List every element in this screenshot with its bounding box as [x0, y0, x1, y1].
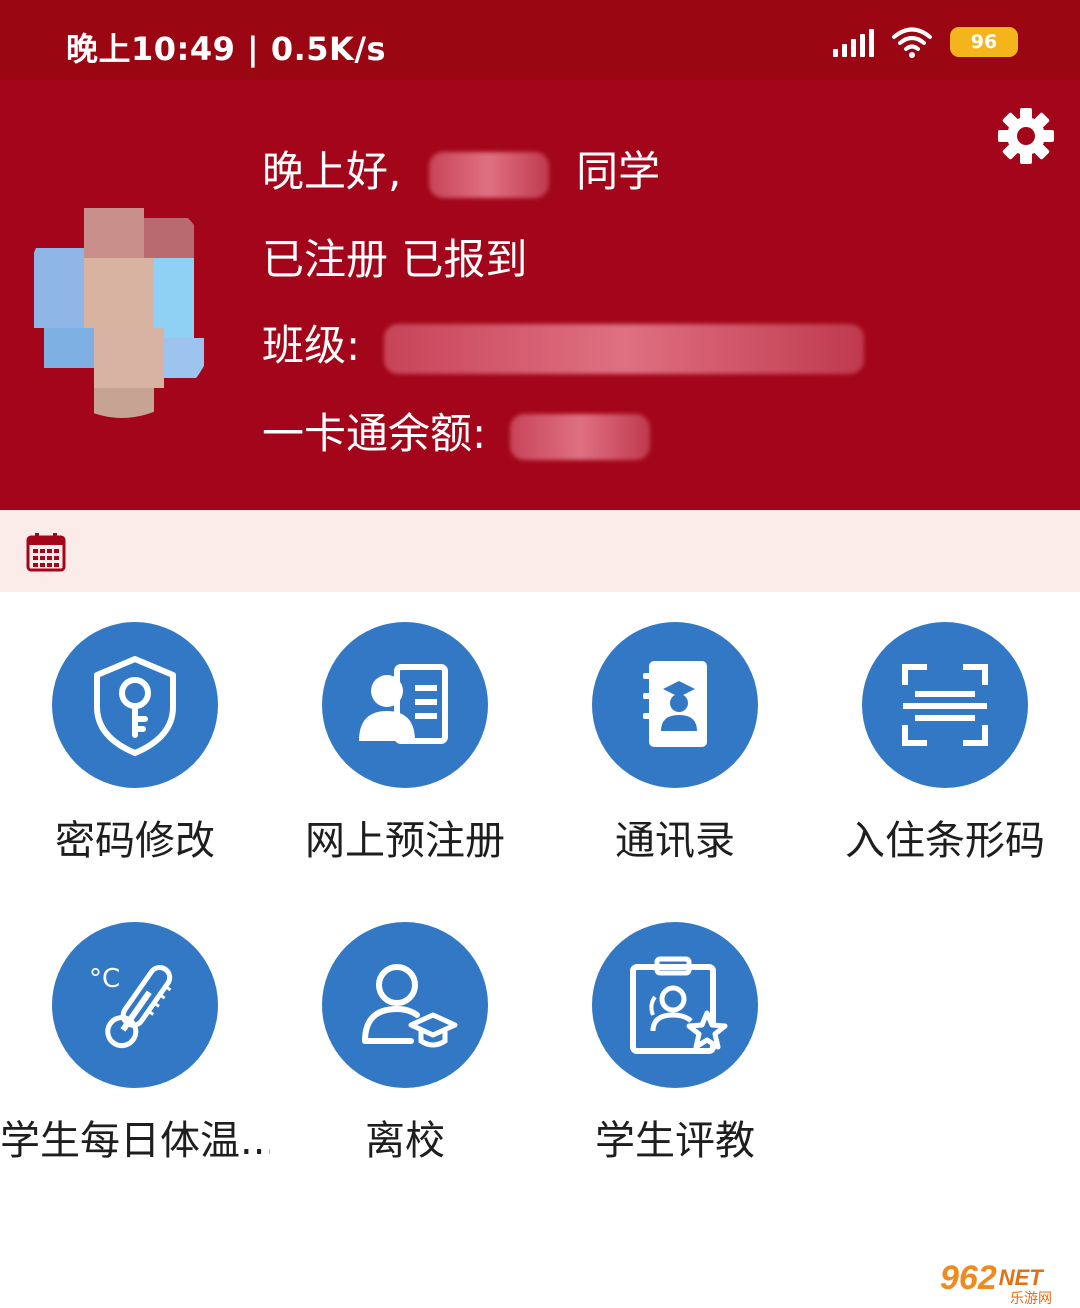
- clipboard-star-icon: [630, 956, 728, 1054]
- gear-icon[interactable]: [996, 106, 1056, 166]
- calendar-icon[interactable]: [26, 532, 66, 572]
- calendar-strip: [0, 510, 1080, 592]
- grid-item-temperature[interactable]: °C 学生每日体温...: [0, 922, 270, 1182]
- grid-label-leave-school: 离校: [365, 1118, 445, 1164]
- watermark-sub: 乐游网: [1010, 1291, 1052, 1307]
- grid-label-password: 密码修改: [55, 818, 215, 864]
- avatar[interactable]: [24, 188, 220, 418]
- greeting-prefix: 晚上好,: [262, 147, 402, 196]
- profile-header: 晚上好, 同学 已注册 已报到 班级: 一卡通余额:: [0, 80, 1080, 510]
- class-redaction: [383, 323, 864, 374]
- greeting-suffix: 同学: [576, 147, 661, 196]
- grid-item-teacher-evaluation[interactable]: 学生评教: [540, 922, 810, 1182]
- preregister-circle: [322, 622, 488, 788]
- scan-icon: [902, 664, 988, 746]
- grid-item-preregister[interactable]: 网上预注册: [270, 622, 540, 882]
- battery-level: 96: [970, 31, 998, 53]
- card-balance-row: 一卡通余额:: [262, 400, 650, 461]
- grid-label-temperature: 学生每日体温...: [0, 1118, 270, 1164]
- shield-key-icon: [94, 656, 176, 756]
- contacts-circle: [592, 622, 758, 788]
- checkin-barcode-circle: [862, 622, 1028, 788]
- id-card-icon: [359, 664, 448, 744]
- grid-label-checkin-barcode: 入住条形码: [845, 818, 1045, 864]
- battery-icon: 96: [950, 27, 1018, 57]
- status-time: 晚上10:49 | 0.5K/s: [66, 30, 387, 68]
- thermometer-icon: °C: [89, 964, 173, 1049]
- wifi-icon: [892, 27, 932, 58]
- status-bar: 晚上10:49 | 0.5K/s 96: [0, 0, 1080, 80]
- teacher-evaluation-circle: [592, 922, 758, 1088]
- grid-item-contacts[interactable]: 通讯录: [540, 622, 810, 882]
- grid-item-password[interactable]: 密码修改: [0, 622, 270, 882]
- balance-redaction: [509, 413, 650, 460]
- status-icons: 96: [833, 26, 1018, 58]
- class-label: 班级:: [262, 321, 361, 370]
- grid-label-teacher-evaluation: 学生评教: [595, 1118, 755, 1164]
- graduate-user-icon: [362, 964, 458, 1048]
- svg-text:°C: °C: [89, 964, 120, 994]
- class-row: 班级:: [262, 312, 864, 374]
- grid-label-contacts: 通讯录: [615, 818, 735, 864]
- name-redaction: [428, 151, 549, 198]
- signal-icon: [833, 27, 874, 57]
- password-circle: [52, 622, 218, 788]
- watermark-text: 962: [940, 1258, 997, 1297]
- grid-label-preregister: 网上预注册: [305, 818, 505, 864]
- site-watermark: 962 NET: [940, 1256, 1072, 1300]
- temperature-circle: °C: [52, 922, 218, 1088]
- greeting: 晚上好, 同学: [262, 138, 660, 199]
- grid-item-checkin-barcode[interactable]: 入住条形码: [810, 622, 1080, 882]
- leave-school-circle: [322, 922, 488, 1088]
- registration-status: 已注册 已报到: [262, 235, 528, 284]
- card-balance-label: 一卡通余额:: [262, 409, 487, 458]
- contact-book-icon: [643, 661, 707, 747]
- grid-item-leave-school[interactable]: 离校: [270, 922, 540, 1182]
